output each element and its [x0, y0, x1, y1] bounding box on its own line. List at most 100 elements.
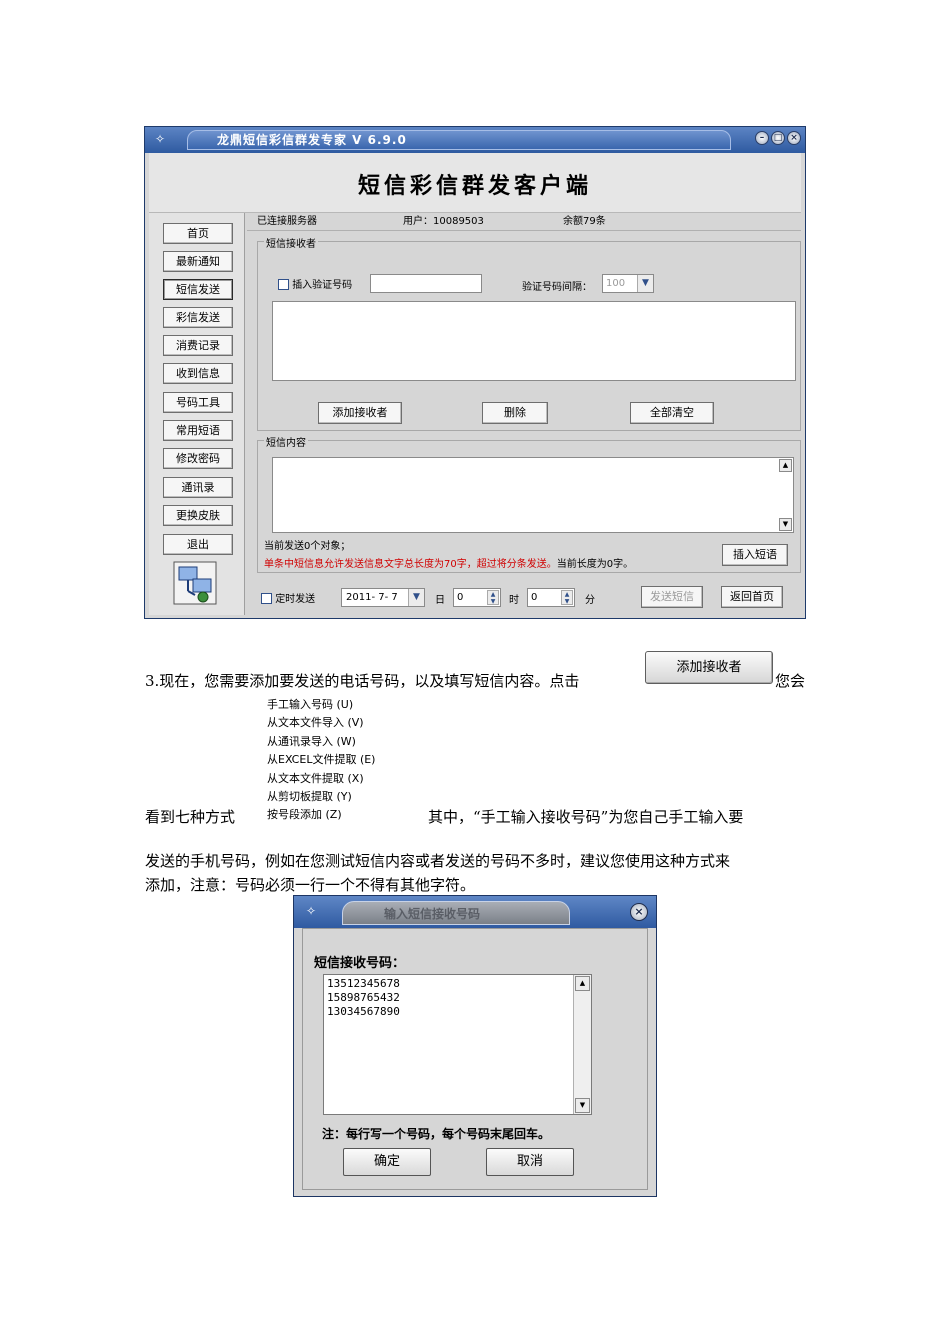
dialog-label: 短信接收号码： [314, 956, 406, 971]
length-warning-red: 单条中短信息允许发送信息文字总长度为70字，超过将分条发送。 [264, 559, 557, 570]
date-picker[interactable]: 2011- 7- 7 ▼ [341, 588, 425, 607]
inline-add-receiver-button: 添加接收者 [645, 651, 773, 684]
close-icon[interactable]: × [787, 131, 801, 145]
content-group: 短信内容 ▲ ▼ 当前发送0个对象； 单条中短信息允许发送信息文字总长度为70字… [257, 434, 801, 573]
hour-stepper[interactable]: 0 ▲ ▼ [453, 588, 501, 607]
app-window: ✧ 龙鼎短信彩信群发专家 V 6.9.0 – □ × 短信彩信群发客户端 首页 … [144, 126, 806, 619]
insert-code-checkbox[interactable] [278, 279, 289, 290]
computer-network-icon [173, 561, 217, 605]
scrollbar[interactable]: ▲ ▼ [573, 975, 591, 1114]
receivers-group: 短信接收者 插入验证号码 验证号码间隔： 100 ▼ 添加接收者 删除 全部清空 [257, 235, 801, 431]
menu-item-excel-extract[interactable]: 从EXCEL文件提取 (E) [267, 753, 375, 767]
app-logo-icon: ✧ [155, 132, 166, 146]
length-warning: 单条中短信息允许发送信息文字总长度为70字，超过将分条发送。当前长度为0字。 [264, 555, 633, 570]
interval-select[interactable]: 100 ▼ [602, 274, 654, 293]
send-count-text: 当前发送0个对象； [264, 541, 351, 552]
timed-send-checkbox[interactable] [261, 593, 272, 604]
window-title: 龙鼎短信彩信群发专家 V 6.9.0 [217, 133, 407, 147]
interval-value: 100 [606, 278, 626, 289]
spinner-icon[interactable]: ▲ ▼ [487, 590, 499, 605]
schedule-row: 定时发送 2011- 7- 7 ▼ 日 0 ▲ ▼ 时 0 ▲ ▼ 分 发送短信 返… [255, 585, 801, 611]
add-receiver-button[interactable]: 添加接收者 [318, 402, 402, 424]
day-label: 日 [435, 595, 445, 606]
menu-item-text-extract[interactable]: 从文本文件提取 (X) [267, 772, 364, 786]
sidebar-item-phrases[interactable]: 常用短语 [163, 420, 233, 441]
chevron-down-icon[interactable]: ▼ [408, 589, 424, 606]
dialog-note: 注：每行写一个号码，每个号码末尾回车。 [322, 1127, 551, 1141]
timed-send-label: 定时发送 [275, 594, 316, 605]
import-menu: 手工输入号码 (U) 从文本文件导入 (V) 从通讯录导入 (W) 从EXCEL… [247, 694, 425, 822]
date-value: 2011- 7- 7 [346, 592, 398, 603]
minimize-icon[interactable]: – [755, 131, 769, 145]
dialog-title-bar: ✧ 输入短信接收号码 × [294, 896, 656, 928]
banner: 短信彩信群发客户端 [149, 153, 801, 213]
sidebar-item-consumption[interactable]: 消费记录 [163, 335, 233, 356]
menu-item-clipboard[interactable]: 从剪切板提取 (Y) [267, 790, 352, 804]
paragraph-2-start: 看到七种方式 [145, 808, 236, 826]
paragraph-1: 3.现在，您需要添加要发送的电话号码，以及填写短信内容。点击 [145, 670, 579, 692]
interval-label: 验证号码间隔： [522, 282, 592, 293]
hour-value: 0 [457, 592, 464, 603]
sidebar-item-inbox[interactable]: 收到信息 [163, 363, 233, 384]
scroll-down-icon[interactable]: ▼ [575, 1098, 590, 1113]
maximize-icon[interactable]: □ [771, 131, 785, 145]
minute-value: 0 [531, 592, 538, 603]
close-icon[interactable]: × [630, 903, 648, 921]
cancel-button[interactable]: 取消 [486, 1148, 574, 1176]
paragraph-1-text: 3.现在，您需要添加要发送的电话号码，以及填写短信内容。点击 [145, 672, 580, 690]
sidebar-item-sms-send[interactable]: 短信发送 [163, 279, 233, 300]
menu-item-manual[interactable]: 手工输入号码 (U) [267, 698, 353, 712]
clear-all-button[interactable]: 全部清空 [630, 402, 714, 424]
status-bar: 已连接服务器 用户：10089503 余额79条 [247, 213, 801, 231]
numbers-textarea[interactable]: 13512345678 15898765432 13034567890 ▲ ▼ [323, 974, 592, 1115]
sidebar-item-home[interactable]: 首页 [163, 223, 233, 244]
scroll-up-icon[interactable]: ▲ [779, 459, 792, 472]
current-length-text: 当前长度为0字。 [556, 559, 634, 570]
status-user: 用户：10089503 [403, 216, 484, 227]
paragraph-1-end: 您会 [775, 672, 806, 690]
insert-phrase-button[interactable]: 插入短语 [722, 544, 788, 566]
hour-label: 时 [509, 595, 519, 606]
number-line: 13512345678 [327, 977, 400, 990]
insert-code-input[interactable] [370, 274, 482, 293]
paragraph-2-end: 其中，“手工输入接收号码”为您自己手工输入要 [428, 808, 744, 826]
banner-title: 短信彩信群发客户端 [357, 173, 592, 199]
chevron-down-icon[interactable]: ▼ [637, 275, 653, 292]
sidebar: 首页 最新通知 短信发送 彩信发送 消费记录 收到信息 号码工具 常用短语 修改… [149, 213, 245, 615]
message-textarea[interactable]: ▲ ▼ [272, 457, 794, 533]
window-controls: – □ × [755, 131, 801, 145]
status-connected: 已连接服务器 [257, 216, 317, 227]
spinner-icon[interactable]: ▲ ▼ [561, 590, 573, 605]
ok-button[interactable]: 确定 [343, 1148, 431, 1176]
sidebar-item-notices[interactable]: 最新通知 [163, 251, 233, 272]
back-home-button[interactable]: 返回首页 [721, 586, 783, 608]
scroll-up-icon[interactable]: ▲ [575, 976, 590, 991]
delete-button[interactable]: 删除 [482, 402, 548, 424]
input-numbers-dialog: ✧ 输入短信接收号码 × 短信接收号码： 13512345678 1589876… [293, 895, 657, 1197]
timed-send: 定时发送 [261, 590, 315, 605]
receivers-list[interactable] [272, 301, 796, 381]
menu-item-text-import[interactable]: 从文本文件导入 (V) [267, 716, 364, 730]
menu-item-segment[interactable]: 按号段添加 (Z) [267, 808, 342, 822]
insert-code-row: 插入验证号码 [278, 276, 352, 291]
sidebar-item-contacts[interactable]: 通讯录 [163, 477, 233, 498]
scroll-down-icon[interactable]: ▼ [779, 518, 792, 531]
dialog-logo-icon: ✧ [306, 904, 317, 918]
number-line: 15898765432 [327, 991, 400, 1004]
minute-stepper[interactable]: 0 ▲ ▼ [527, 588, 575, 607]
send-sms-button[interactable]: 发送短信 [641, 586, 703, 608]
sidebar-item-password[interactable]: 修改密码 [163, 448, 233, 469]
sidebar-item-number-tools[interactable]: 号码工具 [163, 392, 233, 413]
sidebar-item-mms-send[interactable]: 彩信发送 [163, 307, 233, 328]
paragraph-4: 添加，注意：号码必须一行一个不得有其他字符。 [145, 876, 476, 894]
paragraph-3: 发送的手机号码，例如在您测试短信内容或者发送的号码不多时，建议您使用这种方式来 [145, 852, 731, 870]
content-group-label: 短信内容 [264, 434, 308, 449]
main-panel: 已连接服务器 用户：10089503 余额79条 短信接收者 插入验证号码 验证… [247, 213, 801, 615]
sidebar-item-skin[interactable]: 更换皮肤 [163, 505, 233, 526]
receivers-group-label: 短信接收者 [264, 235, 318, 250]
minute-label: 分 [585, 595, 595, 606]
number-line: 13034567890 [327, 1005, 400, 1018]
menu-item-contacts-import[interactable]: 从通讯录导入 (W) [267, 735, 356, 749]
insert-code-label: 插入验证号码 [292, 280, 353, 291]
sidebar-item-exit[interactable]: 退出 [163, 534, 233, 555]
